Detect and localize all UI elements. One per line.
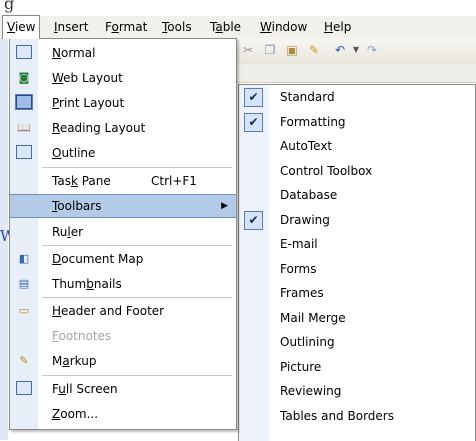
submenu-item-label: Reviewing	[280, 384, 342, 398]
menu-item-print-layout[interactable]: Print Layout	[10, 91, 236, 115]
reading-layout-icon: 📖	[17, 121, 31, 134]
paste-icon[interactable]: ▣	[284, 43, 300, 57]
submenu-item-standard[interactable]: ✔ Standard	[239, 85, 475, 110]
submenu-item-drawing[interactable]: ✔ Drawing	[239, 208, 475, 233]
markup-icon: ✎	[19, 354, 29, 367]
standard-toolbar: ✂ ❐ ▣ ✎ ↶ ▼ ↷	[232, 38, 476, 65]
submenu-item-database[interactable]: Database	[239, 183, 475, 208]
menu-item-label: Markup	[52, 354, 97, 368]
toolbars-submenu: ✔ Standard ✔ Formatting AutoText Control Tool…	[238, 84, 476, 441]
menu-item-shortcut: Ctrl+F1	[151, 174, 197, 188]
undo-icon[interactable]: ↶	[332, 43, 348, 57]
submenu-item-label: Formatting	[280, 114, 346, 129]
menu-item-footnotes: Footnotes	[10, 324, 236, 348]
checkmark-icon: ✔	[244, 88, 263, 107]
menu-view[interactable]: View	[2, 15, 41, 39]
submenu-item-label: Forms	[280, 261, 317, 276]
submenu-item-label: Mail Merge	[280, 310, 346, 325]
menu-item-web-layout[interactable]: ◙ Web Layout	[10, 66, 236, 90]
menu-item-document-map[interactable]: ◧ Document Map	[10, 247, 236, 271]
copy-icon[interactable]: ❐	[262, 43, 278, 57]
submenu-item-label: Drawing	[280, 212, 330, 227]
menu-item-label: Full Screen	[52, 382, 118, 396]
undo-dropdown-icon[interactable]: ▼	[348, 43, 364, 57]
menu-table[interactable]: Table	[206, 16, 245, 38]
menu-item-ruler[interactable]: Ruler	[10, 220, 236, 244]
menu-item-label: Document Map	[52, 252, 144, 266]
menu-item-label: Normal	[52, 46, 96, 60]
menu-separator	[42, 167, 232, 168]
submenu-item-label: Database	[280, 188, 338, 202]
menu-item-normal[interactable]: Normal	[10, 41, 236, 65]
document-map-icon: ◧	[18, 252, 30, 265]
menu-tools[interactable]: Tools	[158, 16, 196, 38]
menu-item-label: Print Layout	[52, 96, 125, 110]
menu-separator	[42, 297, 232, 298]
menu-help[interactable]: Help	[320, 16, 355, 38]
menu-window[interactable]: Window	[256, 16, 311, 38]
submenu-item-e-mail[interactable]: E-mail	[239, 232, 475, 257]
view-menu: Normal ◙ Web Layout Print Layout 📖 Readi…	[9, 38, 237, 430]
submenu-item-label: AutoText	[280, 139, 333, 153]
menu-item-label: Outline	[52, 146, 96, 160]
print-layout-icon	[15, 94, 33, 110]
submenu-item-picture[interactable]: Picture	[239, 355, 475, 380]
submenu-item-label: Control Toolbox	[280, 163, 373, 178]
menu-separator	[42, 375, 232, 376]
cut-icon[interactable]: ✂	[240, 43, 256, 57]
background-document-text: g	[4, 0, 15, 13]
submenu-item-formatting[interactable]: ✔ Formatting	[239, 110, 475, 135]
thumbnails-icon: ▤	[18, 277, 30, 290]
menu-item-label: Toolbars	[52, 199, 102, 213]
header-footer-icon: ▭	[18, 304, 30, 317]
submenu-item-outlining[interactable]: Outlining	[239, 330, 475, 355]
submenu-item-reviewing[interactable]: Reviewing	[239, 379, 475, 404]
menu-item-label: Ruler	[52, 225, 84, 239]
submenu-item-label: Outlining	[280, 335, 335, 349]
outline-view-icon	[16, 145, 32, 160]
submenu-arrow-icon: ▶	[221, 201, 228, 211]
menu-item-thumbnails[interactable]: ▤ Thumbnails	[10, 272, 236, 296]
submenu-item-tables-and-borders[interactable]: Tables and Borders	[239, 404, 475, 429]
submenu-item-label: Tables and Borders	[280, 408, 394, 423]
menu-item-toolbars[interactable]: Toolbars ▶	[10, 194, 236, 218]
menu-item-label: Header and Footer	[52, 304, 165, 318]
formatting-toolbar	[232, 64, 476, 83]
submenu-item-label: E-mail	[280, 237, 318, 251]
menu-item-outline[interactable]: Outline	[10, 141, 236, 165]
submenu-item-mail-merge[interactable]: Mail Merge	[239, 306, 475, 331]
menu-item-markup[interactable]: ✎ Markup	[10, 349, 236, 373]
menu-item-header-footer[interactable]: ▭ Header and Footer	[10, 299, 236, 323]
menu-item-zoom[interactable]: Zoom...	[10, 402, 236, 426]
normal-view-icon	[16, 45, 32, 60]
menu-format[interactable]: Format	[101, 16, 151, 38]
full-screen-icon	[16, 381, 32, 396]
submenu-item-label: Picture	[280, 359, 322, 374]
menu-item-reading-layout[interactable]: 📖 Reading Layout	[10, 116, 236, 140]
menu-separator	[42, 245, 232, 246]
menu-item-task-pane[interactable]: Task Pane Ctrl+F1	[10, 169, 236, 193]
submenu-item-label: Standard	[280, 90, 335, 104]
checkmark-icon: ✔	[244, 210, 263, 230]
menu-item-full-screen[interactable]: Full Screen	[10, 377, 236, 401]
checkmark-icon: ✔	[244, 112, 263, 132]
menu-item-label: Task Pane	[52, 174, 111, 188]
format-painter-icon[interactable]: ✎	[306, 43, 322, 57]
menu-item-label: Zoom...	[52, 407, 99, 421]
menu-item-label: Reading Layout	[52, 121, 146, 135]
menu-item-label: Web Layout	[52, 71, 123, 85]
menu-bar: View Insert Format Tools Table Window He…	[0, 15, 476, 39]
submenu-item-label: Frames	[280, 286, 324, 300]
submenu-item-control-toolbox[interactable]: Control Toolbox	[239, 159, 475, 184]
menu-item-label: Footnotes	[52, 329, 112, 343]
menu-insert[interactable]: Insert	[50, 16, 92, 38]
menu-item-label: Thumbnails	[52, 277, 122, 291]
submenu-item-forms[interactable]: Forms	[239, 257, 475, 282]
redo-icon[interactable]: ↷	[364, 43, 380, 57]
submenu-item-frames[interactable]: Frames	[239, 281, 475, 306]
submenu-item-autotext[interactable]: AutoText	[239, 134, 475, 159]
web-layout-icon: ◙	[18, 71, 30, 84]
